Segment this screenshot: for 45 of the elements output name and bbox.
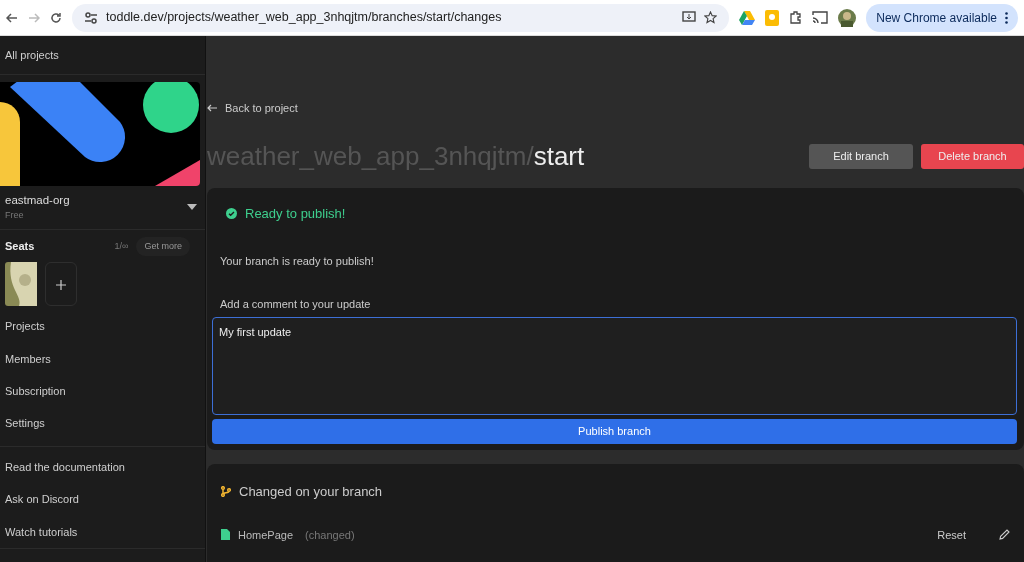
bookmark-star-icon[interactable] xyxy=(704,11,718,24)
status-message: Your branch is ready to publish! xyxy=(220,254,375,269)
extensions-icon[interactable] xyxy=(789,11,803,24)
dropdown-caret-icon[interactable] xyxy=(187,204,197,211)
back-arrow-icon[interactable] xyxy=(207,104,217,113)
site-settings-icon[interactable] xyxy=(84,11,98,24)
install-icon[interactable] xyxy=(682,11,697,24)
organization-name: eastmad-org xyxy=(5,193,70,208)
changes-heading: Changed on your branch xyxy=(239,483,383,501)
drive-icon[interactable] xyxy=(739,10,756,25)
page-name[interactable]: HomePage xyxy=(238,526,294,543)
reload-icon[interactable] xyxy=(50,11,62,24)
back-icon[interactable] xyxy=(6,11,18,24)
sidebar-link[interactable]: Settings xyxy=(0,407,205,440)
delete-branch-button[interactable]: Delete branch xyxy=(921,143,1024,169)
get-more-button[interactable]: Get more xyxy=(136,236,190,257)
check-circle-icon xyxy=(226,207,237,219)
comment-label: Add a comment to your update xyxy=(220,296,372,312)
comment-field[interactable]: My first update xyxy=(212,317,1017,415)
edit-branch-button[interactable]: Edit branch xyxy=(809,143,913,169)
url-text: toddle.dev/projects/weather_web_app_3nhqjtm/branches/start/changes xyxy=(106,9,503,27)
edit-pencil-icon[interactable] xyxy=(999,529,1010,541)
publish-button[interactable]: Publish branch xyxy=(212,419,1017,444)
page-icon xyxy=(221,529,230,541)
cast-icon[interactable] xyxy=(812,11,829,24)
sidebar-link[interactable]: Subscription xyxy=(0,375,205,408)
address-bar[interactable]: toddle.dev/projects/weather_web_app_3nhqjtm/branches/start/changes xyxy=(72,3,730,32)
back-link[interactable]: Back to project xyxy=(225,100,298,117)
more-icon[interactable] xyxy=(1005,11,1008,24)
help-link[interactable]: Read the documentation xyxy=(0,450,205,484)
all-projects-link[interactable]: All projects xyxy=(0,36,205,74)
plus-icon xyxy=(56,280,66,290)
status-text: Ready to publish! xyxy=(245,204,346,223)
sidebar-link[interactable]: Projects xyxy=(0,310,205,343)
plan-label: Free xyxy=(5,209,25,223)
seats-heading: Seats xyxy=(5,239,36,255)
help-link[interactable]: Watch tutorials xyxy=(0,515,205,548)
help-link[interactable]: Ask on Discord xyxy=(0,483,205,516)
add-seat-button[interactable] xyxy=(45,262,77,307)
reset-button[interactable]: Reset xyxy=(936,525,967,544)
change-note: (changed) xyxy=(305,527,355,543)
seat-count: 1/∞ xyxy=(114,239,129,253)
update-chrome-button[interactable]: New Chrome available xyxy=(866,3,1018,32)
sidebar-link[interactable]: Members xyxy=(0,342,205,376)
branch-icon xyxy=(221,486,231,498)
